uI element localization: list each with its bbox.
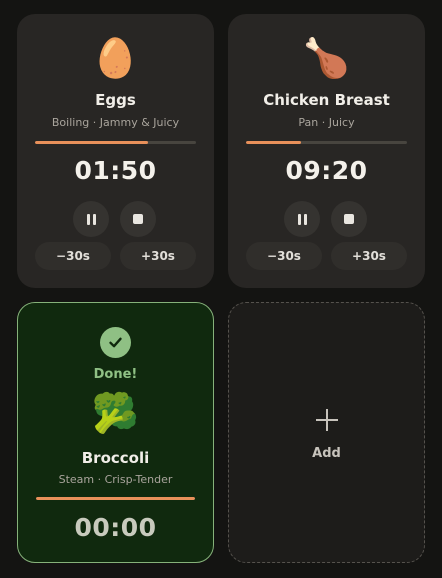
pause-button[interactable]	[73, 201, 109, 237]
timer-card-broccoli-done[interactable]: Done! 🥦 Broccoli Steam · Crisp-Tender 00…	[17, 302, 214, 563]
minus-30s-button[interactable]: −30s	[35, 242, 111, 270]
plus-30s-button[interactable]: +30s	[120, 242, 196, 270]
add-timer-label: Add	[312, 446, 341, 461]
timer-name: Chicken Breast	[263, 91, 390, 109]
timer-countdown: 01:50	[74, 156, 157, 185]
timer-name: Eggs	[95, 91, 136, 109]
timer-grid: 🥚 Eggs Boiling · Jammy & Juicy 01:50 −30…	[0, 0, 442, 578]
plus-icon	[316, 409, 338, 431]
timer-progress-fill	[246, 141, 301, 144]
timer-progress-bar	[35, 141, 196, 144]
timer-card-eggs[interactable]: 🥚 Eggs Boiling · Jammy & Juicy 01:50 −30…	[17, 14, 214, 288]
timer-progress-bar	[246, 141, 407, 144]
pause-icon	[86, 213, 96, 225]
add-timer-button[interactable]: Add	[228, 302, 425, 563]
timer-countdown: 09:20	[285, 156, 368, 185]
plus-30s-button[interactable]: +30s	[331, 242, 407, 270]
stop-button[interactable]	[331, 201, 367, 237]
stop-icon	[344, 214, 354, 224]
done-status-label: Done!	[93, 367, 138, 382]
timer-subtitle: Boiling · Jammy & Juicy	[51, 116, 180, 129]
timer-progress-fill	[35, 141, 148, 144]
timer-progress-bar	[36, 497, 195, 500]
egg-icon: 🥚	[91, 36, 140, 80]
timer-countdown: 00:00	[74, 513, 157, 542]
pause-icon	[297, 213, 307, 225]
timer-subtitle: Pan · Juicy	[298, 116, 355, 129]
stop-icon	[133, 214, 143, 224]
broccoli-icon: 🥦	[91, 391, 140, 435]
timer-card-chicken-breast[interactable]: 🍗 Chicken Breast Pan · Juicy 09:20 −30s …	[228, 14, 425, 288]
pause-button[interactable]	[284, 201, 320, 237]
timer-subtitle: Steam · Crisp-Tender	[58, 473, 173, 486]
timer-name: Broccoli	[81, 449, 150, 467]
timer-progress-fill	[36, 497, 195, 500]
chicken-leg-icon: 🍗	[302, 36, 351, 80]
checkmark-icon	[100, 327, 131, 358]
stop-button[interactable]	[120, 201, 156, 237]
minus-30s-button[interactable]: −30s	[246, 242, 322, 270]
